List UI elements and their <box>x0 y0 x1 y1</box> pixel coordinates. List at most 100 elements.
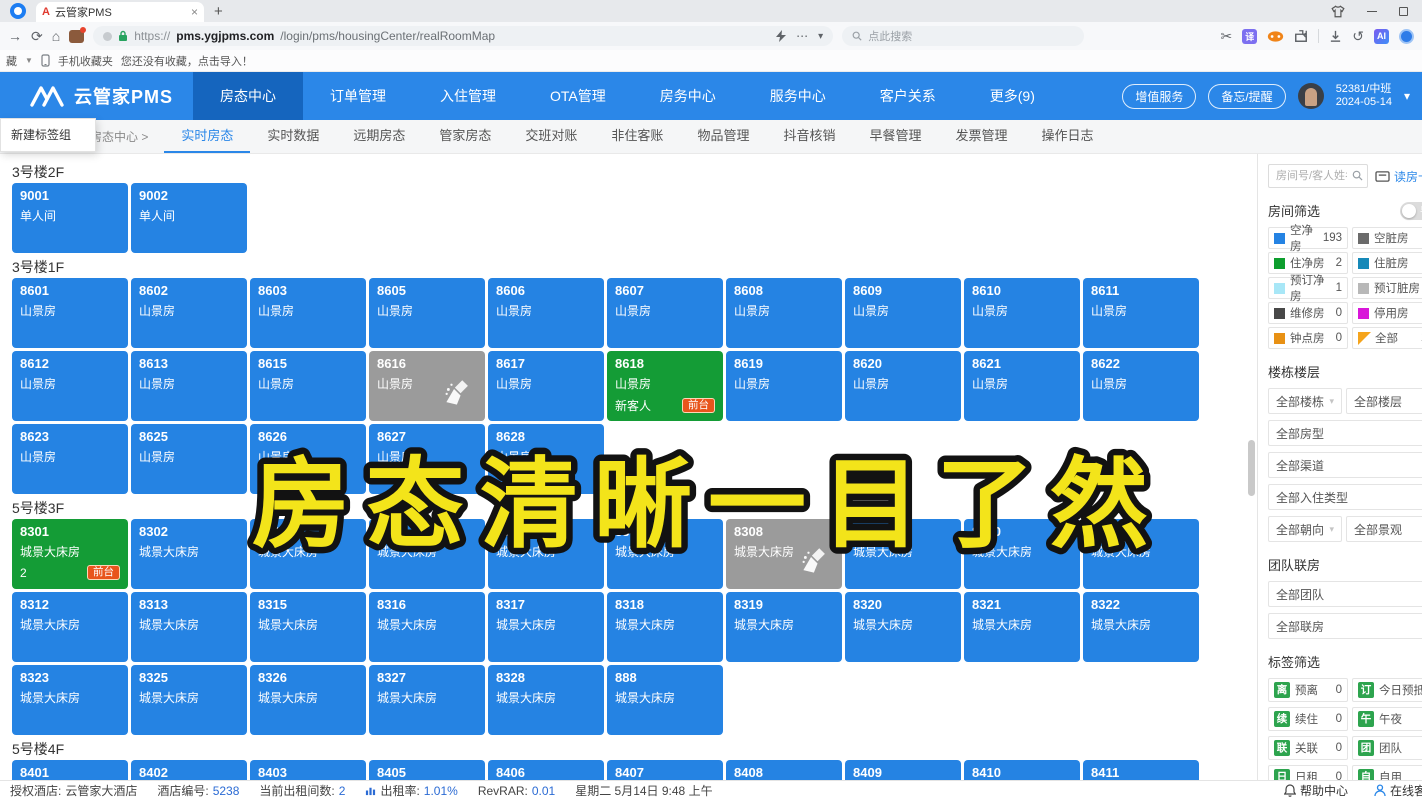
theme-shirt-icon[interactable] <box>1331 5 1345 18</box>
legend-item[interactable]: 住脏房 <box>1352 252 1422 274</box>
room-tile-8408[interactable]: 8408城景大床房 <box>726 760 842 780</box>
room-tile-8410[interactable]: 8410城景大床房 <box>964 760 1080 780</box>
bookmarks-cut-label[interactable]: 藏 <box>6 53 17 69</box>
room-tile-8605[interactable]: 8605山景房 <box>369 278 485 348</box>
room-tile-9001[interactable]: 9001单人间 <box>12 183 128 253</box>
legend-item[interactable]: 空净房193 <box>1268 227 1348 249</box>
new-tab-button[interactable]: + <box>214 3 223 20</box>
room-tile-8322[interactable]: 8322城景大床房 <box>1083 592 1199 662</box>
room-tile-8312[interactable]: 8312城景大床房 <box>12 592 128 662</box>
tab-实时数据[interactable]: 实时数据 <box>250 120 336 153</box>
download-icon[interactable] <box>1329 30 1342 43</box>
room-tile-8327[interactable]: 8327城景大床房 <box>369 665 485 735</box>
room-tile-8623[interactable]: 8623山景房 <box>12 424 128 494</box>
room-tile-8305[interactable]: 8305城景大床房 <box>369 519 485 589</box>
legend-item[interactable]: 住净房2 <box>1268 252 1348 274</box>
room-tile-8615[interactable]: 8615山景房 <box>250 351 366 421</box>
room-tile-8403[interactable]: 8403城景大床房 <box>250 760 366 780</box>
ai-assistant-icon[interactable]: AI <box>1374 29 1389 44</box>
room-tile-8626[interactable]: 8626山景房 <box>250 424 366 494</box>
room-tile-8302[interactable]: 8302城景大床房 <box>131 519 247 589</box>
nav-item-OTA管理[interactable]: OTA管理 <box>523 72 633 120</box>
dropdown-全部渠道[interactable]: 全部渠道▾ <box>1268 452 1422 478</box>
tag-filter-团队[interactable]: 团团队 <box>1352 736 1422 760</box>
dropdown-全部景观[interactable]: 全部景观▾ <box>1346 516 1422 542</box>
tag-filter-预离[interactable]: 离预离0 <box>1268 678 1348 702</box>
legend-item[interactable]: 预订脏房 <box>1352 277 1422 299</box>
nav-item-入住管理[interactable]: 入住管理 <box>413 72 523 120</box>
room-tile-8610[interactable]: 8610山景房 <box>964 278 1080 348</box>
room-tile-8616[interactable]: 8616山景房 <box>369 351 485 421</box>
dropdown-全部房型[interactable]: 全部房型▾ <box>1268 420 1422 446</box>
room-tile-8607[interactable]: 8607山景房 <box>607 278 723 348</box>
tag-filter-关联[interactable]: 联关联0 <box>1268 736 1348 760</box>
legend-item[interactable]: 预订净房1 <box>1268 277 1348 299</box>
puzzle-extensions-icon[interactable] <box>1294 29 1308 43</box>
dropdown-全部楼层[interactable]: 全部楼层▾ <box>1346 388 1422 414</box>
room-tile-8621[interactable]: 8621山景房 <box>964 351 1080 421</box>
refresh-icon[interactable]: ⟳ <box>31 29 43 43</box>
room-tile-8313[interactable]: 8313城景大床房 <box>131 592 247 662</box>
room-tile-8628[interactable]: 8628山景房 <box>488 424 604 494</box>
room-tile-888[interactable]: 888城景大床房 <box>607 665 723 735</box>
help-center-link[interactable]: 帮助中心 <box>1284 782 1348 799</box>
browser-tab[interactable]: A 云管家PMS × <box>36 2 204 22</box>
room-tile-8620[interactable]: 8620山景房 <box>845 351 961 421</box>
room-tile-8602[interactable]: 8602山景房 <box>131 278 247 348</box>
room-tile-8311[interactable]: 8311城景大床房 <box>1083 519 1199 589</box>
user-menu-chevron-icon[interactable]: ▾ <box>1404 89 1410 103</box>
tab-抖音核销[interactable]: 抖音核销 <box>766 120 852 153</box>
nav-item-房务中心[interactable]: 房务中心 <box>633 72 743 120</box>
room-tile-8303[interactable]: 8303城景大床房 <box>250 519 366 589</box>
nav-item-订单管理[interactable]: 订单管理 <box>303 72 413 120</box>
dropdown-全部团队[interactable]: 全部团队▾ <box>1268 581 1422 607</box>
room-tile-8613[interactable]: 8613山景房 <box>131 351 247 421</box>
dropdown-全部入住类型[interactable]: 全部入住类型▾ <box>1268 484 1422 510</box>
room-tile-8317[interactable]: 8317城景大床房 <box>488 592 604 662</box>
room-tile-8609[interactable]: 8609山景房 <box>845 278 961 348</box>
tag-filter-续住[interactable]: 续续住0 <box>1268 707 1348 731</box>
nav-item-更多(9)[interactable]: 更多(9) <box>963 72 1062 120</box>
tab-物品管理[interactable]: 物品管理 <box>680 120 766 153</box>
room-tile-8625[interactable]: 8625山景房 <box>131 424 247 494</box>
window-restore-button[interactable] <box>1399 7 1408 16</box>
nav-item-客户关系[interactable]: 客户关系 <box>853 72 963 120</box>
user-avatar[interactable] <box>1298 83 1324 109</box>
quick-search-box[interactable]: 点此搜索 <box>842 26 1084 46</box>
room-tile-8603[interactable]: 8603山景房 <box>250 278 366 348</box>
room-tile-8309[interactable]: 8309城景大床房 <box>845 519 961 589</box>
room-tile-8307[interactable]: 8307城景大床房 <box>607 519 723 589</box>
room-tile-8401[interactable]: 8401城景大床房 <box>12 760 128 780</box>
room-tile-8608[interactable]: 8608山景房 <box>726 278 842 348</box>
tab-实时房态[interactable]: 实时房态 <box>164 120 250 153</box>
room-tile-8407[interactable]: 8407城景大床房 <box>607 760 723 780</box>
room-tile-8328[interactable]: 8328城景大床房 <box>488 665 604 735</box>
dropdown-全部楼栋[interactable]: 全部楼栋▾ <box>1268 388 1342 414</box>
room-tile-8319[interactable]: 8319城景大床房 <box>726 592 842 662</box>
address-bar[interactable]: https://pms.ygjpms.com/login/pms/housing… <box>93 26 833 46</box>
browser-account-icon[interactable] <box>1399 29 1414 44</box>
room-tile-8617[interactable]: 8617山景房 <box>488 351 604 421</box>
dropdown-全部联房[interactable]: 全部联房▾ <box>1268 613 1422 639</box>
tag-filter-自用[interactable]: 自自用 <box>1352 765 1422 780</box>
tag-filter-日租[interactable]: 日日租0 <box>1268 765 1348 780</box>
lightning-icon[interactable] <box>776 30 786 42</box>
more-options-icon[interactable]: ⋯ <box>796 29 808 43</box>
history-undo-icon[interactable]: ↺ <box>1352 29 1364 43</box>
translate-extension-icon[interactable]: 译 <box>1242 29 1257 44</box>
site-info-icon[interactable] <box>103 32 112 41</box>
nav-item-房态中心[interactable]: 房态中心 <box>193 72 303 120</box>
scissors-extension-icon[interactable]: ✂ <box>1221 29 1233 43</box>
room-tile-8622[interactable]: 8622山景房 <box>1083 351 1199 421</box>
tab-发票管理[interactable]: 发票管理 <box>938 120 1024 153</box>
tab-早餐管理[interactable]: 早餐管理 <box>852 120 938 153</box>
bookmarks-caret-icon[interactable]: ▼ <box>25 56 33 65</box>
tab-操作日志[interactable]: 操作日志 <box>1025 120 1111 153</box>
memo-reminder-button[interactable]: 备忘/提醒 <box>1208 84 1285 109</box>
value-added-services-button[interactable]: 增值服务 <box>1122 84 1196 109</box>
legend-item[interactable]: 全部196 <box>1352 327 1422 349</box>
room-tile-8315[interactable]: 8315城景大床房 <box>250 592 366 662</box>
dropdown-chevron-icon[interactable]: ▾ <box>818 31 823 42</box>
room-tile-8601[interactable]: 8601山景房 <box>12 278 128 348</box>
nav-item-服务中心[interactable]: 服务中心 <box>743 72 853 120</box>
